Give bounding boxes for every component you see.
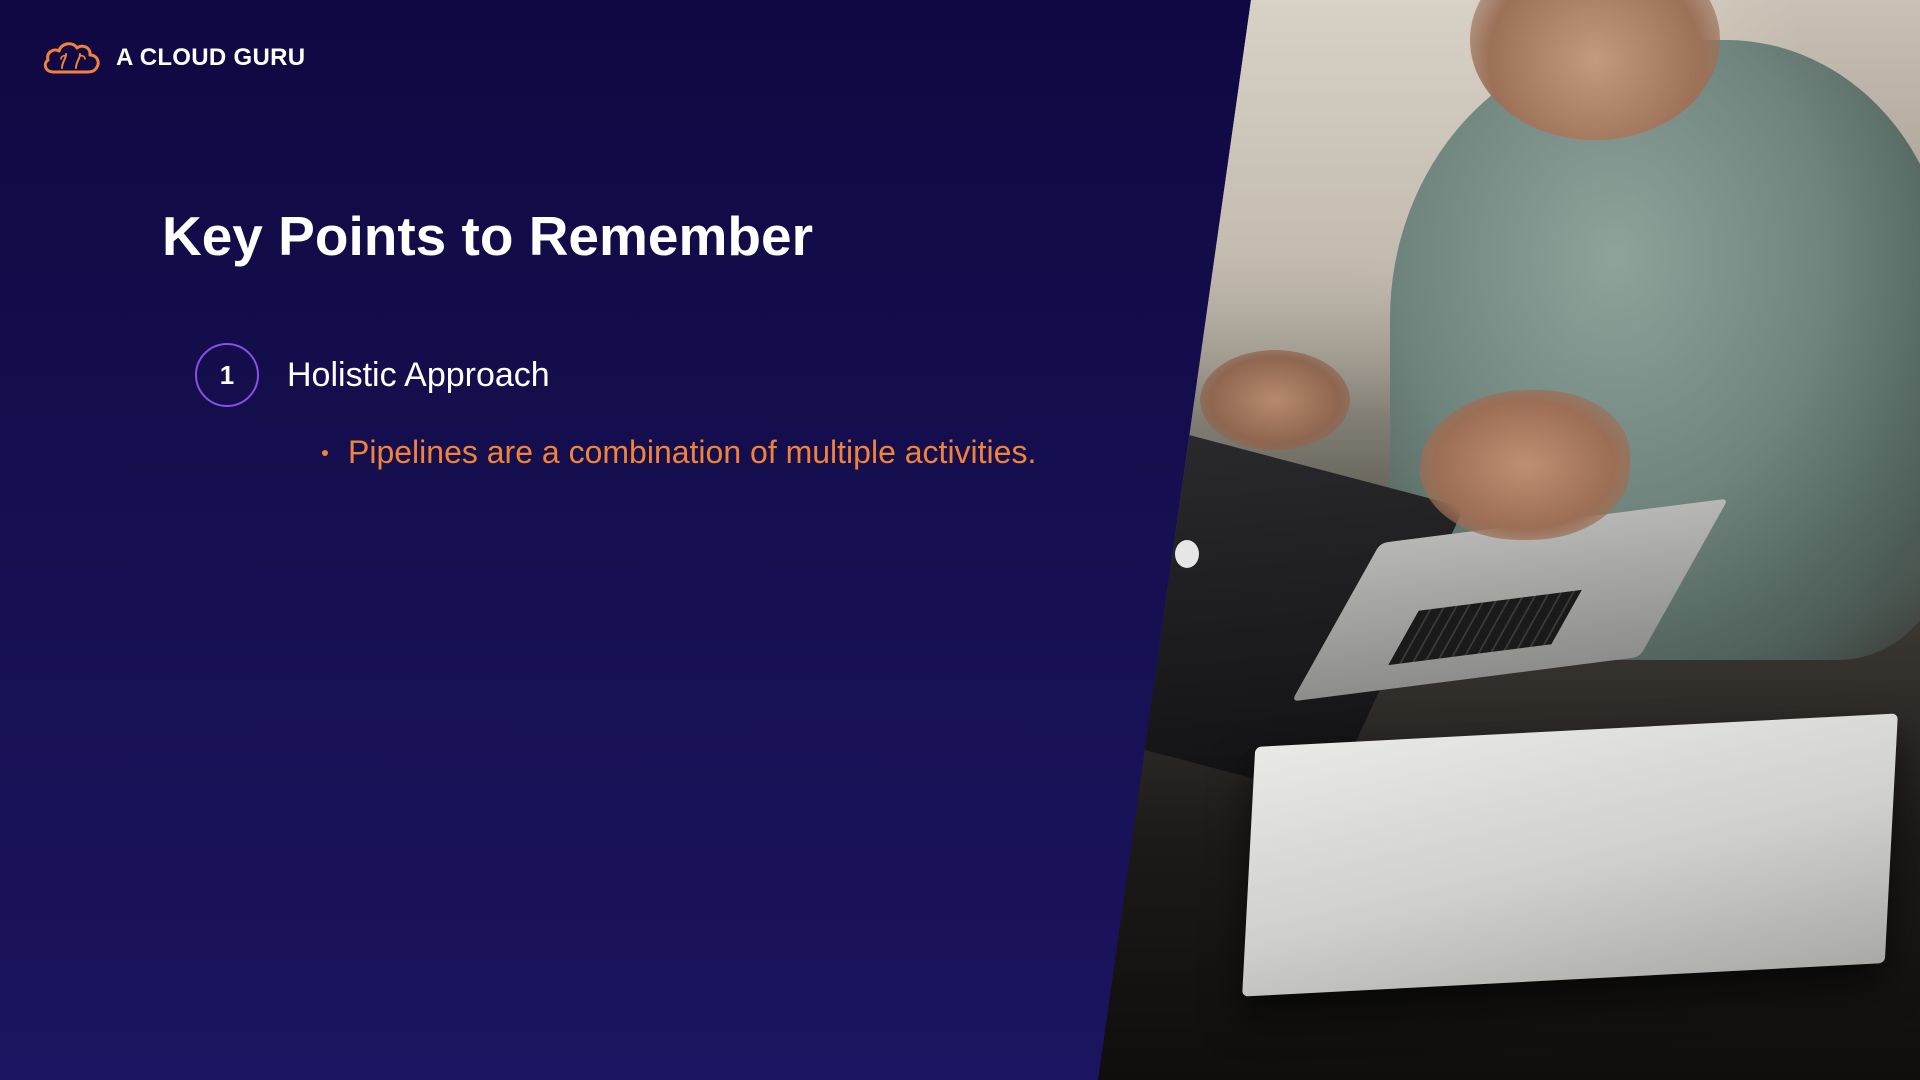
photo-laptop-logo — [1175, 540, 1199, 568]
key-point-label: Holistic Approach — [287, 355, 550, 394]
person-with-laptop-photo — [1098, 0, 1920, 1080]
bullet-item: Pipelines are a combination of multiple … — [322, 434, 1036, 471]
slide: A CLOUD GURU Key Points to Remember 1 Ho… — [0, 0, 1920, 1080]
slide-title: Key Points to Remember — [162, 205, 814, 267]
key-point-number: 1 — [195, 343, 259, 407]
cloud-logo-icon — [43, 42, 100, 74]
brand-logo: A CLOUD GURU — [40, 38, 305, 78]
bullet-text: Pipelines are a combination of multiple … — [348, 434, 1037, 470]
bullet-dot-icon — [322, 449, 328, 456]
photo-left-hand — [1200, 350, 1350, 450]
photo-notebook — [1242, 713, 1898, 997]
brand-name: A CLOUD GURU — [116, 44, 306, 71]
photo-right-hand — [1420, 390, 1630, 540]
key-point: 1 Holistic Approach — [195, 343, 550, 407]
